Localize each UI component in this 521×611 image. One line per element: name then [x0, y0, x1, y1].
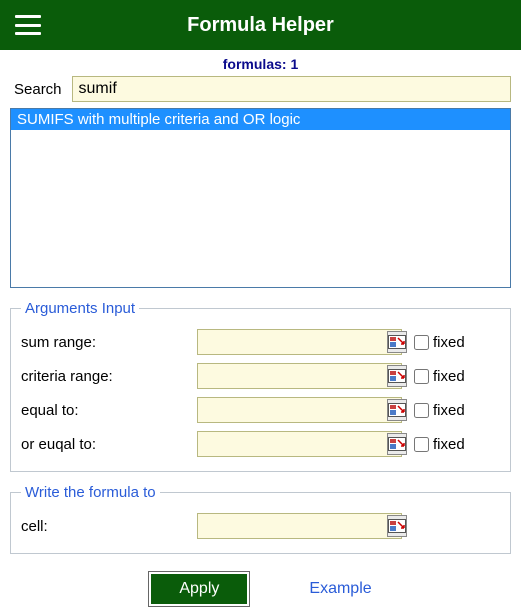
- search-row: Search: [0, 76, 521, 108]
- fixed-checkbox[interactable]: [414, 403, 429, 418]
- fixed-checkbox[interactable]: [414, 335, 429, 350]
- output-input[interactable]: [198, 516, 387, 536]
- fixed-label: fixed: [433, 334, 465, 351]
- fixed-wrap: fixed: [414, 334, 465, 351]
- result-item[interactable]: SUMIFS with multiple criteria and OR log…: [11, 109, 510, 130]
- fixed-checkbox[interactable]: [414, 369, 429, 384]
- fixed-label: fixed: [433, 402, 465, 419]
- argument-row: criteria range: fixed: [21, 359, 500, 393]
- argument-row: equal to: fixed: [21, 393, 500, 427]
- range-picker-icon: [388, 437, 406, 451]
- fixed-label: fixed: [433, 368, 465, 385]
- argument-input[interactable]: [198, 400, 387, 420]
- argument-input-wrap: [197, 397, 402, 423]
- header: Formula Helper: [0, 0, 521, 50]
- range-picker-icon: [388, 519, 406, 533]
- output-legend: Write the formula to: [21, 484, 160, 501]
- range-picker-button[interactable]: [387, 515, 407, 537]
- app-title: Formula Helper: [187, 14, 360, 37]
- apply-button[interactable]: Apply: [149, 572, 249, 606]
- argument-input[interactable]: [198, 332, 387, 352]
- range-picker-icon: [388, 369, 406, 383]
- output-input-wrap: [197, 513, 402, 539]
- argument-label: equal to:: [21, 402, 191, 419]
- argument-input[interactable]: [198, 434, 387, 454]
- formula-count: formulas: 1: [0, 50, 521, 76]
- search-input[interactable]: [72, 76, 511, 102]
- output-label: cell:: [21, 518, 191, 535]
- arguments-fieldset: Arguments Input sum range:fixedcriteria …: [10, 300, 511, 472]
- range-picker-icon: [388, 403, 406, 417]
- fixed-wrap: fixed: [414, 368, 465, 385]
- fixed-label: fixed: [433, 436, 465, 453]
- argument-input-wrap: [197, 329, 402, 355]
- range-picker-button[interactable]: [387, 399, 407, 421]
- range-picker-button[interactable]: [387, 331, 407, 353]
- argument-input[interactable]: [198, 366, 387, 386]
- fixed-wrap: fixed: [414, 436, 465, 453]
- menu-icon[interactable]: [15, 15, 41, 35]
- range-picker-icon: [388, 335, 406, 349]
- argument-label: criteria range:: [21, 368, 191, 385]
- fixed-wrap: fixed: [414, 402, 465, 419]
- argument-row: sum range: fixed: [21, 325, 500, 359]
- button-row: Apply Example: [0, 554, 521, 606]
- search-label: Search: [14, 81, 62, 98]
- argument-input-wrap: [197, 363, 402, 389]
- range-picker-button[interactable]: [387, 365, 407, 387]
- output-fieldset: Write the formula to cell:: [10, 484, 511, 554]
- range-picker-button[interactable]: [387, 433, 407, 455]
- output-row: cell:: [21, 509, 500, 543]
- results-list[interactable]: SUMIFS with multiple criteria and OR log…: [10, 108, 511, 288]
- argument-label: or euqal to:: [21, 436, 191, 453]
- argument-row: or euqal to: fixed: [21, 427, 500, 461]
- argument-input-wrap: [197, 431, 402, 457]
- argument-label: sum range:: [21, 334, 191, 351]
- fixed-checkbox[interactable]: [414, 437, 429, 452]
- example-link[interactable]: Example: [309, 580, 371, 598]
- arguments-legend: Arguments Input: [21, 300, 139, 317]
